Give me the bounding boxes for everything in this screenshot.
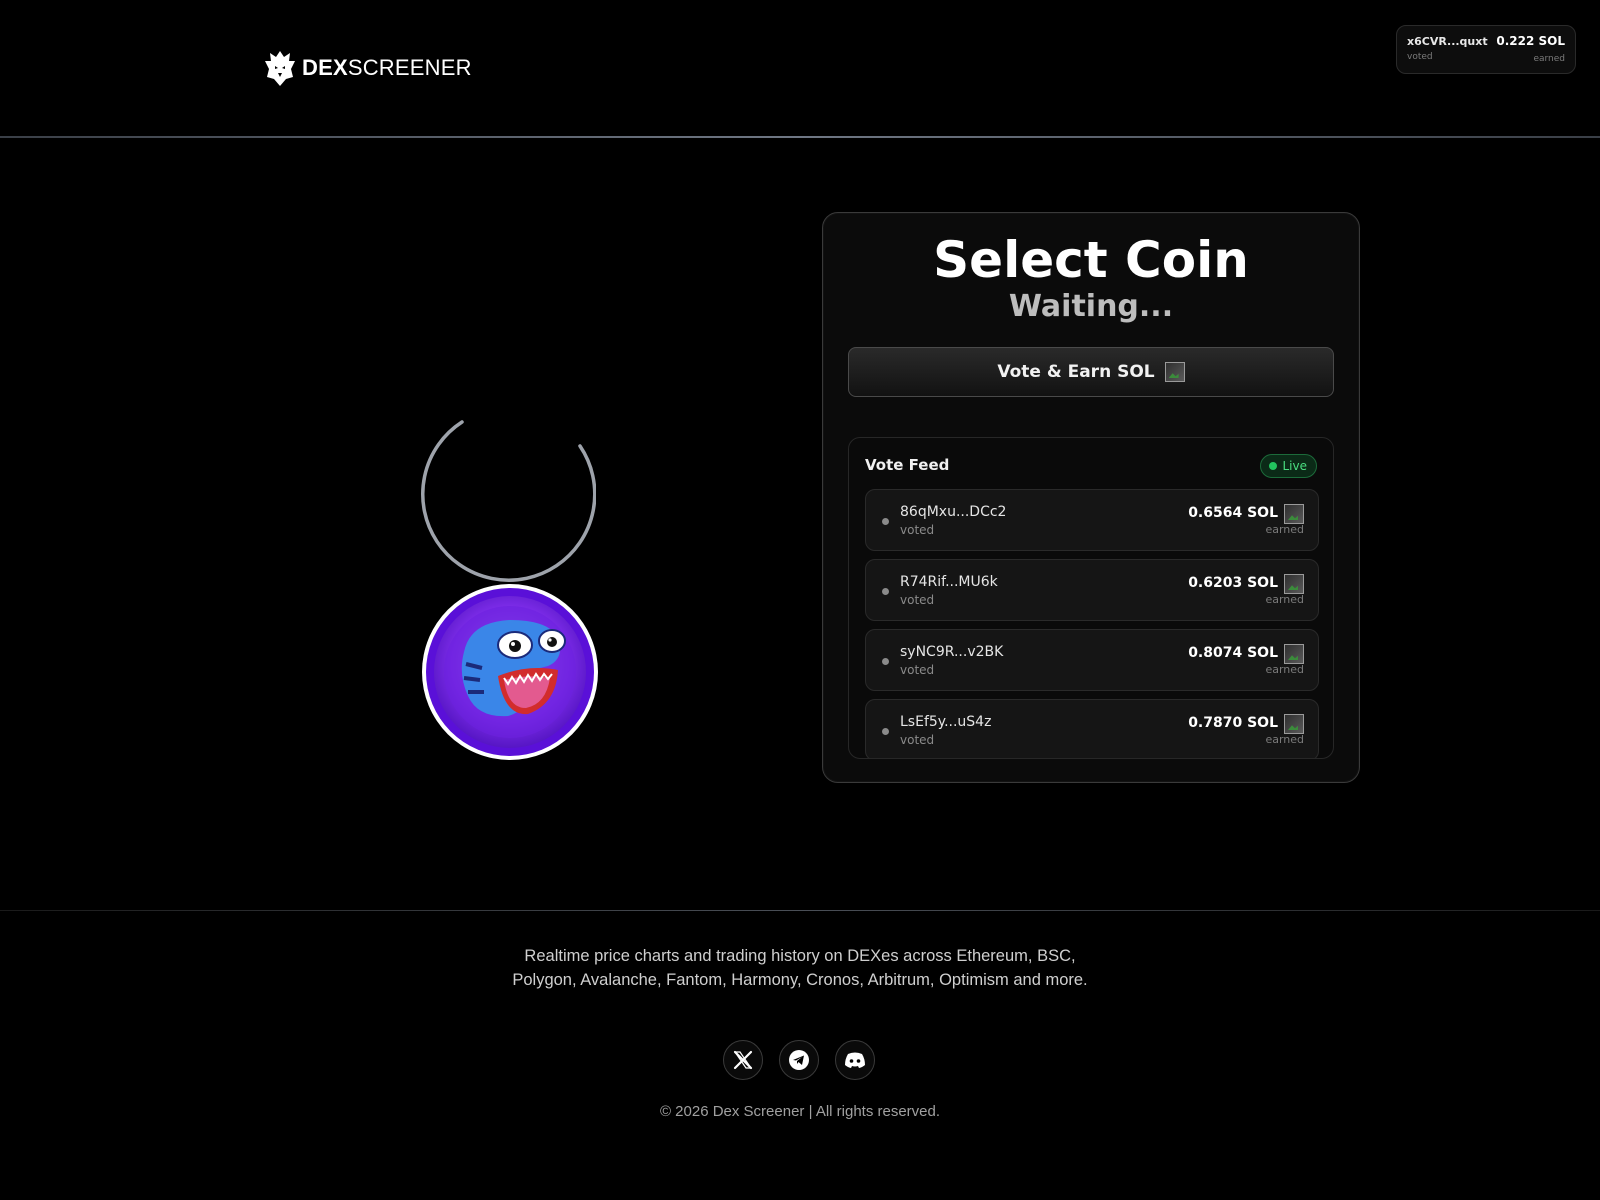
discord-icon xyxy=(845,1052,865,1068)
earned-amount: 0.7870 SOL xyxy=(1188,715,1278,731)
toast-earned: earned xyxy=(1533,54,1565,64)
toast-voted: voted xyxy=(1407,52,1433,62)
footer-description: Realtime price charts and trading histor… xyxy=(512,947,1088,989)
social-links xyxy=(723,1040,875,1080)
vote-feed-title: Vote Feed xyxy=(865,456,950,474)
live-dot-icon xyxy=(1269,462,1278,470)
select-coin-card: Select Coin Waiting... Vote & Earn SOL V… xyxy=(822,212,1360,783)
telegram-icon xyxy=(789,1050,809,1070)
vote-feed[interactable]: Vote Feed Live 86qMxu...DCc2 voted 0.656… xyxy=(848,437,1334,759)
copyright: © 2026 Dex Screener | All rights reserve… xyxy=(659,1103,941,1120)
voter-address: LsEf5y...uS4z xyxy=(900,714,992,730)
voted-label: voted xyxy=(900,733,935,747)
earned-amount: 0.6564 SOL xyxy=(1188,505,1278,521)
sol-icon xyxy=(1284,574,1304,594)
earned-label: earned xyxy=(1265,733,1304,746)
voted-label: voted xyxy=(900,663,935,677)
list-item: 86qMxu...DCc2 voted 0.6564 SOL earned xyxy=(865,489,1319,551)
toast-address: x6CVR...quxt xyxy=(1407,35,1488,48)
live-label: Live xyxy=(1282,459,1307,473)
footer-divider xyxy=(0,910,1600,911)
earned-label: earned xyxy=(1265,593,1304,606)
voted-label: voted xyxy=(900,523,935,537)
x-icon xyxy=(733,1050,753,1070)
card-status: Waiting... xyxy=(1008,289,1174,324)
vote-feed-list: 86qMxu...DCc2 voted 0.6564 SOL earned R7… xyxy=(865,489,1319,758)
list-item: LsEf5y...uS4z voted 0.7870 SOL earned xyxy=(865,699,1319,758)
logo-text-bold: DEX xyxy=(302,55,348,80)
sol-icon xyxy=(1164,362,1185,382)
logo-text-light: SCREENER xyxy=(347,55,472,80)
list-item: syNC9R...v2BK voted 0.8074 SOL earned xyxy=(865,629,1319,691)
discord-link[interactable] xyxy=(835,1040,875,1080)
vote-button-label: Vote & Earn SOL xyxy=(997,362,1155,382)
dexscreener-logo[interactable]: DEX SCREENER xyxy=(264,48,472,88)
toast-amount: 0.222 SOL xyxy=(1496,34,1565,48)
status-dot-icon xyxy=(882,728,889,735)
earned-amount: 0.8074 SOL xyxy=(1188,645,1278,661)
header-divider xyxy=(0,136,1600,138)
status-dot-icon xyxy=(882,658,889,665)
loading-spinner-icon xyxy=(421,420,596,582)
telegram-link[interactable] xyxy=(779,1040,819,1080)
eagle-logo-icon xyxy=(265,51,295,86)
voter-address: 86qMxu...DCc2 xyxy=(900,504,1007,520)
header: DEX SCREENER x6CVR...quxt voted 0.222 SO… xyxy=(0,0,1600,138)
voter-address: syNC9R...v2BK xyxy=(900,644,1004,660)
voted-label: voted xyxy=(900,593,935,607)
vote-earn-button[interactable]: Vote & Earn SOL xyxy=(848,347,1334,397)
coin-image[interactable] xyxy=(420,582,600,762)
voter-address: R74Rif...MU6k xyxy=(900,574,998,590)
earned-label: earned xyxy=(1265,523,1304,536)
latest-vote-toast: x6CVR...quxt voted 0.222 SOL earned xyxy=(1396,25,1576,74)
sol-icon xyxy=(1284,644,1304,664)
earned-amount: 0.6203 SOL xyxy=(1188,575,1278,591)
sol-icon xyxy=(1284,714,1304,734)
earned-label: earned xyxy=(1265,663,1304,676)
sol-icon xyxy=(1284,504,1304,524)
live-badge: Live xyxy=(1260,454,1317,478)
card-title: Select Coin xyxy=(933,231,1249,289)
list-item: R74Rif...MU6k voted 0.6203 SOL earned xyxy=(865,559,1319,621)
status-dot-icon xyxy=(882,518,889,525)
status-dot-icon xyxy=(882,588,889,595)
x-link[interactable] xyxy=(723,1040,763,1080)
